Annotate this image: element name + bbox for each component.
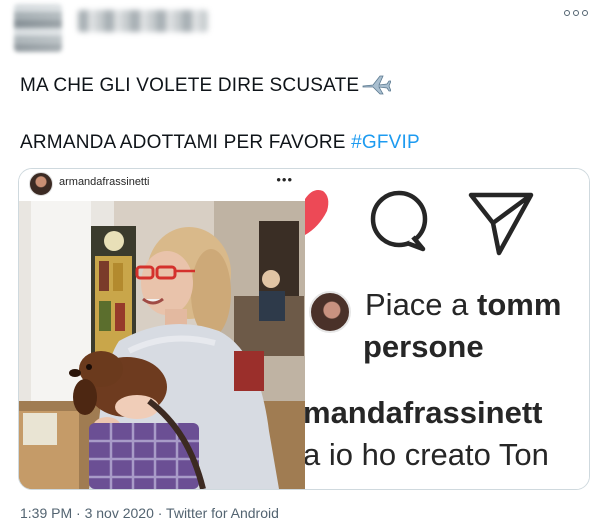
tweet-text: MA CHE GLI VOLETE DIRE SCUSATE [20, 75, 360, 96]
media-card[interactable]: armandafrassinetti ••• Piace a tomm pers… [18, 168, 590, 490]
caption-username: mandafrassinett [305, 395, 543, 430]
post-photo[interactable] [19, 201, 305, 489]
more-dots-icon[interactable] [564, 10, 588, 16]
user-avatar[interactable] [14, 4, 62, 52]
instagram-username: armandafrassinetti [59, 176, 150, 188]
user-name-blurred[interactable] [78, 10, 208, 32]
tweet: MA CHE GLI VOLETE DIRE SCUSATE ARMANDA A… [0, 0, 604, 524]
likes-prefix: Piace a [365, 287, 478, 322]
hashtag-link[interactable]: #GFVIP [351, 132, 420, 153]
tweet-text-line-2: ARMANDA ADOTTAMI PER FAVORE #GFVIP [20, 132, 420, 154]
share-icon [468, 192, 534, 256]
instagram-action-icons [305, 190, 534, 256]
instagram-screenshot-right[interactable]: Piace a tomm persone mandafrassinett a i… [305, 169, 589, 489]
heart-icon [305, 190, 329, 235]
caption-text: a io ho creato Ton [305, 437, 549, 472]
likes-people: persone [363, 329, 484, 364]
tweet-text: ARMANDA ADOTTAMI PER FAVORE [20, 132, 352, 153]
instagram-screenshot-left[interactable]: armandafrassinetti ••• [19, 169, 305, 489]
likes-line: Piace a tomm [365, 287, 561, 323]
instagram-post-header: armandafrassinetti ••• [19, 169, 305, 199]
liker-avatar [309, 291, 351, 333]
comment-icon [370, 190, 428, 252]
instagram-avatar [29, 172, 53, 196]
tweet-timestamp[interactable]: 1:39 PM · 3 nov 2020 · Twitter for Andro… [20, 505, 279, 521]
tweet-text-line-1: MA CHE GLI VOLETE DIRE SCUSATE [20, 73, 392, 97]
instagram-more-icon: ••• [276, 172, 293, 187]
airplane-icon [362, 75, 392, 95]
likes-user: tomm [477, 287, 562, 322]
